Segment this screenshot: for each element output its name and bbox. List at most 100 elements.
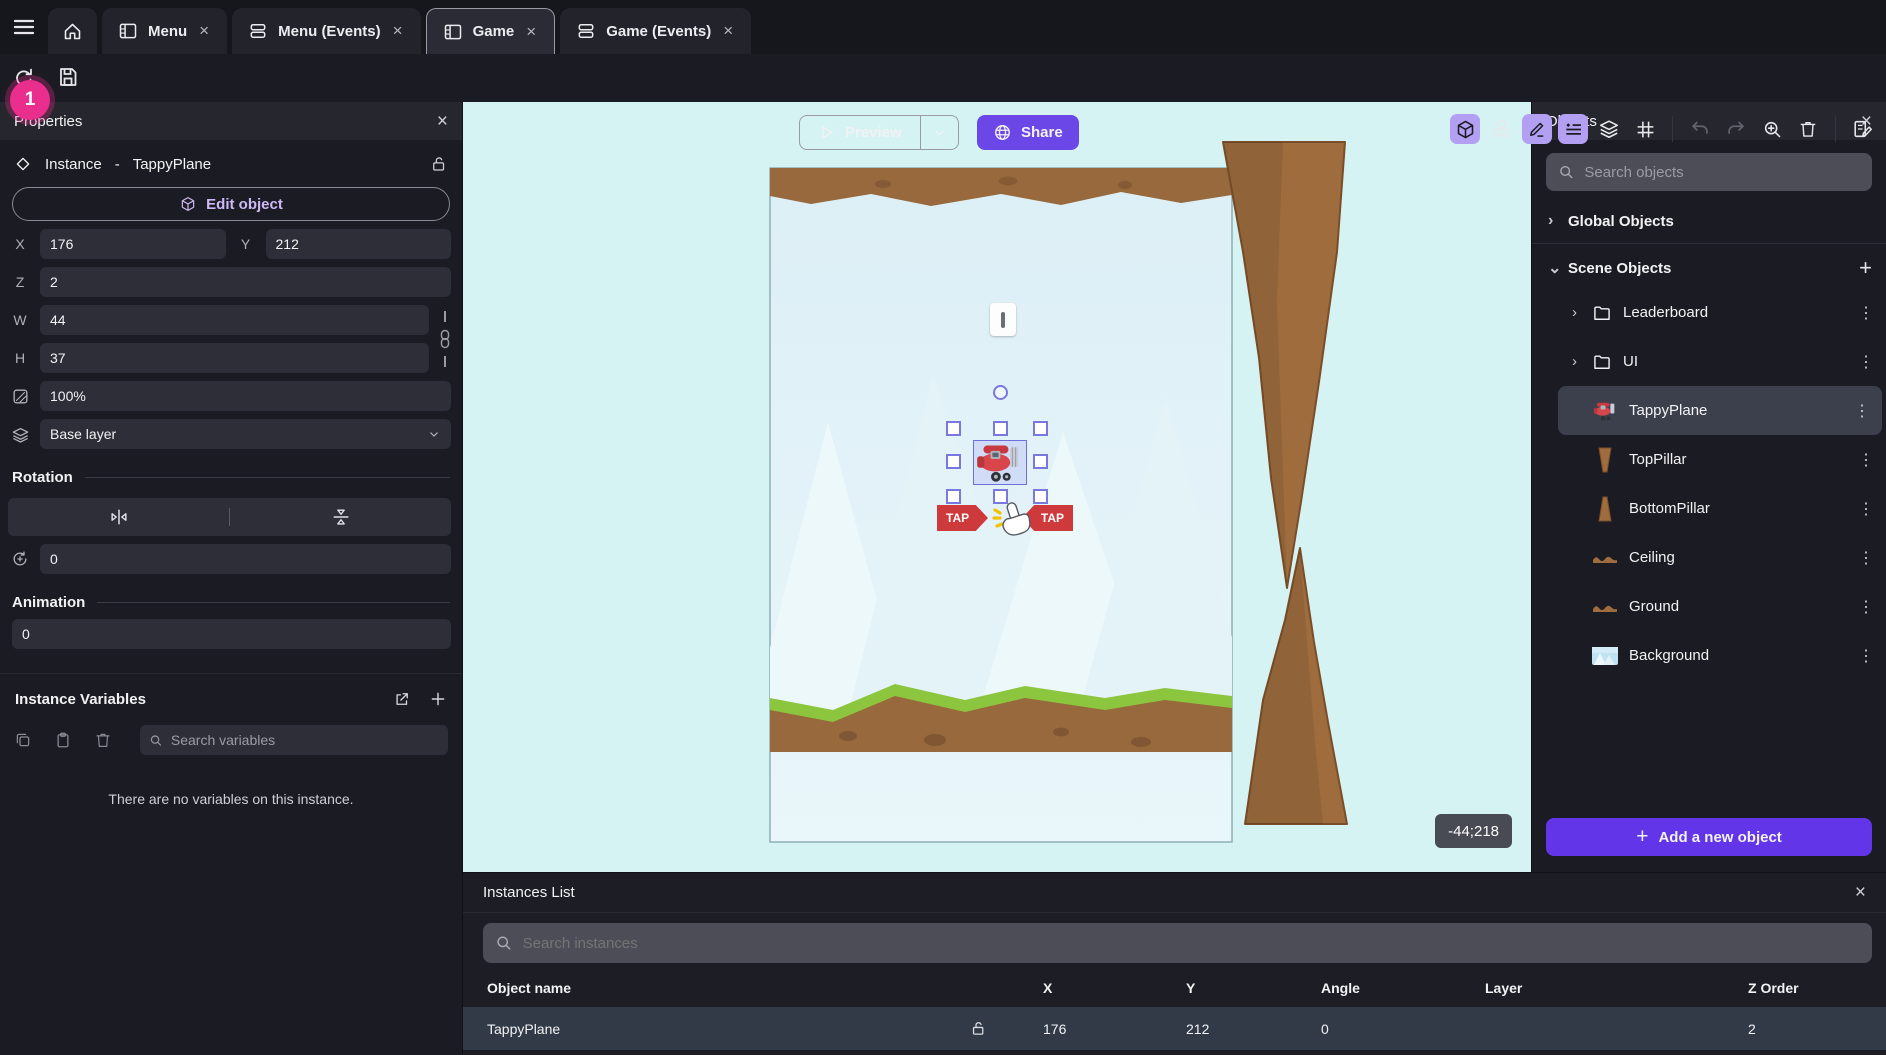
toggle-objects-panel-button[interactable]	[1450, 114, 1480, 144]
rotation-field[interactable]	[40, 544, 451, 574]
object-item-tappyplane[interactable]: TappyPlane ⋮	[1558, 386, 1882, 435]
x-field[interactable]	[40, 229, 226, 259]
tab-menu-events[interactable]: Menu (Events) ×	[232, 8, 420, 54]
resize-handle-ne[interactable]	[1033, 421, 1048, 436]
toggle-instances-list-button[interactable]	[1558, 114, 1588, 144]
add-variable-button[interactable]	[429, 690, 447, 708]
object-folder-ui[interactable]: › UI ⋮	[1532, 337, 1886, 386]
y-field[interactable]	[266, 229, 452, 259]
column-angle[interactable]: Angle	[1321, 980, 1485, 996]
tab-menu[interactable]: Menu ×	[102, 8, 227, 54]
grid-button[interactable]	[1630, 114, 1660, 144]
global-objects-row[interactable]: › Global Objects	[1532, 201, 1886, 241]
instances-search-input[interactable]	[523, 935, 1860, 952]
resize-handle-e[interactable]	[1033, 454, 1048, 469]
scene-canvas[interactable]: TAP TAP -44;218	[463, 102, 1531, 872]
resize-handle-w[interactable]	[946, 454, 961, 469]
edit-object-button[interactable]: Edit object	[12, 187, 450, 221]
open-variables-editor-button[interactable]	[393, 690, 411, 708]
tab-bar: Menu × Menu (Events) × Game × Game (Even…	[0, 0, 1886, 54]
toggle-instances-button[interactable]	[1486, 114, 1516, 144]
variables-search[interactable]	[140, 725, 448, 755]
selected-plane-sprite[interactable]	[973, 440, 1027, 485]
close-icon[interactable]: ×	[437, 112, 448, 131]
bottom-pillar-sprite[interactable]	[1245, 548, 1347, 824]
variables-search-input[interactable]	[171, 732, 439, 748]
kebab-menu-icon[interactable]: ⋮	[1858, 597, 1874, 617]
delete-variable-button[interactable]	[94, 731, 112, 749]
paste-variable-button[interactable]	[54, 731, 72, 749]
chevron-down-icon	[427, 427, 441, 441]
close-icon[interactable]: ×	[391, 21, 405, 41]
kebab-menu-icon[interactable]: ⋮	[1854, 401, 1870, 421]
column-layer[interactable]: Layer	[1485, 980, 1748, 996]
kebab-menu-icon[interactable]: ⋮	[1858, 303, 1874, 323]
z-field[interactable]	[40, 267, 451, 297]
rotation-handle[interactable]	[993, 385, 1008, 400]
column-z-order[interactable]: Z Order	[1748, 980, 1886, 996]
preview-options-button[interactable]	[920, 116, 958, 149]
hamburger-menu-button[interactable]	[0, 0, 48, 54]
flip-vertical-button[interactable]	[230, 506, 451, 528]
share-button[interactable]: Share	[977, 115, 1079, 150]
height-field[interactable]	[40, 343, 429, 373]
kebab-menu-icon[interactable]: ⋮	[1858, 352, 1874, 372]
toggle-properties-panel-button[interactable]	[1522, 114, 1552, 144]
edit-scene-events-button[interactable]	[1848, 114, 1878, 144]
add-object-plus-icon[interactable]: +	[1859, 255, 1872, 281]
object-item-ground[interactable]: Ground ⋮	[1532, 582, 1886, 631]
delete-button[interactable]	[1793, 114, 1823, 144]
folder-label: Leaderboard	[1623, 304, 1708, 321]
kebab-menu-icon[interactable]: ⋮	[1858, 548, 1874, 568]
resize-handle-sw[interactable]	[946, 489, 961, 504]
preview-label: Preview	[845, 124, 902, 141]
object-item-ceiling[interactable]: Ceiling ⋮	[1532, 533, 1886, 582]
layer-select[interactable]: Base layer	[40, 419, 451, 449]
kebab-menu-icon[interactable]: ⋮	[1858, 499, 1874, 519]
resize-handle-nw[interactable]	[946, 421, 961, 436]
save-button[interactable]	[56, 65, 80, 89]
kebab-menu-icon[interactable]: ⋮	[1858, 450, 1874, 470]
instances-search[interactable]	[483, 923, 1872, 963]
column-y[interactable]: Y	[1186, 980, 1321, 996]
close-icon[interactable]: ×	[721, 21, 735, 41]
flip-horizontal-button[interactable]	[8, 506, 229, 528]
animation-field[interactable]	[12, 619, 451, 649]
object-item-background[interactable]: Background ⋮	[1532, 631, 1886, 680]
preview-main[interactable]: Preview	[800, 116, 920, 149]
object-folder-leaderboard[interactable]: › Leaderboard ⋮	[1532, 288, 1886, 337]
tab-game-events[interactable]: Game (Events) ×	[560, 8, 751, 54]
close-icon[interactable]: ×	[524, 22, 538, 42]
column-x[interactable]: X	[1043, 980, 1186, 996]
tab-home[interactable]	[48, 8, 97, 54]
top-pillar-sprite[interactable]	[1223, 142, 1345, 588]
tab-game[interactable]: Game ×	[426, 8, 556, 54]
resize-handle-n[interactable]	[993, 421, 1008, 436]
preview-button[interactable]: Preview	[799, 115, 959, 150]
redo-button[interactable]	[1721, 114, 1751, 144]
objects-search[interactable]	[1546, 153, 1872, 191]
close-icon[interactable]: ×	[197, 21, 211, 41]
object-item-toppillar[interactable]: TopPillar ⋮	[1532, 435, 1886, 484]
kebab-menu-icon[interactable]: ⋮	[1858, 646, 1874, 666]
unlock-icon[interactable]	[970, 1020, 1043, 1037]
instance-table-row[interactable]: TappyPlane 176 212 0 2	[463, 1007, 1886, 1050]
unlock-icon[interactable]	[430, 155, 448, 173]
notification-badge[interactable]: 1	[10, 80, 50, 120]
objects-search-input[interactable]	[1584, 164, 1860, 181]
scene-objects-row[interactable]: ⌄ Scene Objects +	[1532, 248, 1886, 288]
opacity-field[interactable]	[40, 381, 451, 411]
object-item-bottompillar[interactable]: BottomPillar ⋮	[1532, 484, 1886, 533]
layers-button[interactable]	[1594, 114, 1624, 144]
add-new-object-button[interactable]: + Add a new object	[1546, 818, 1872, 856]
lock-aspect-ratio-toggle[interactable]	[437, 311, 453, 367]
zoom-in-button[interactable]	[1757, 114, 1787, 144]
column-object-name[interactable]: Object name	[487, 980, 970, 996]
undo-button[interactable]	[1685, 114, 1715, 144]
instruction-card-sprite[interactable]	[990, 303, 1016, 336]
card-glyph	[1001, 312, 1005, 328]
h-row: H	[8, 343, 429, 373]
close-icon[interactable]: ×	[1855, 883, 1866, 902]
copy-variable-button[interactable]	[14, 731, 32, 749]
width-field[interactable]	[40, 305, 429, 335]
